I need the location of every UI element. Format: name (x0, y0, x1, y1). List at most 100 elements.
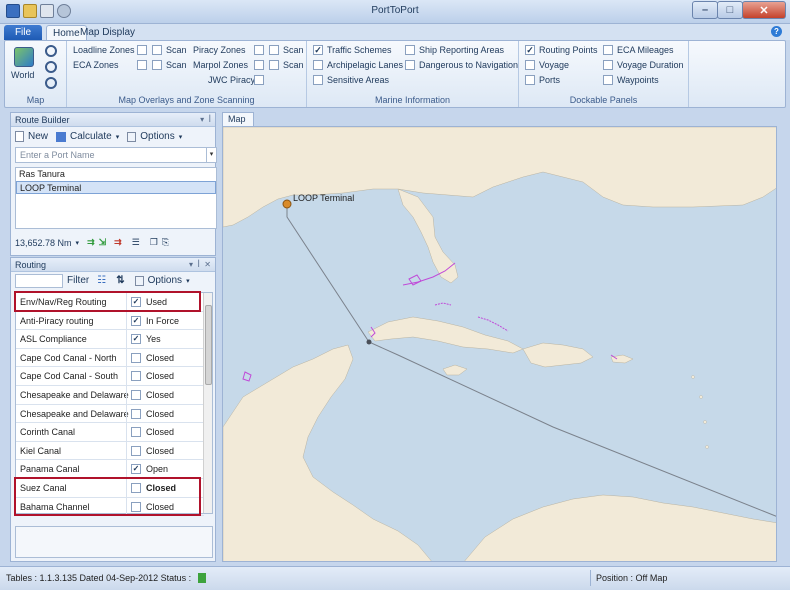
dangerous-to-navigation-checkbox[interactable] (405, 60, 415, 70)
loadline-scan-checkbox[interactable] (152, 45, 162, 55)
port-item-ras-tanura[interactable]: Ras Tanura (16, 168, 216, 181)
routing-row-name: Anti-Piracy routing (20, 315, 94, 326)
copy-icon[interactable]: ❐ (150, 237, 158, 248)
eca-mileages-checkbox[interactable] (603, 45, 613, 55)
routing-points-checkbox[interactable] (525, 45, 535, 55)
overlays-group-label: Map Overlays and Zone Scanning (118, 95, 255, 105)
routing-row-checkbox[interactable] (131, 334, 141, 345)
dangerous-to-navigation-label: Dangerous to Navigation (419, 60, 519, 70)
island (705, 445, 709, 449)
routing-row-checkbox[interactable] (131, 390, 141, 400)
table-row: Corinth Canal Closed (16, 423, 204, 442)
new-doc-icon[interactable] (15, 131, 24, 142)
island (699, 395, 703, 399)
marpol-scan-checkbox[interactable] (269, 60, 279, 70)
world-button[interactable]: World (11, 69, 34, 81)
list-icon[interactable]: ☰ (132, 237, 140, 248)
port-marker-label: LOOP Terminal (293, 193, 355, 203)
routing-footer-panel (15, 526, 213, 558)
filter-input[interactable] (15, 274, 63, 288)
routing-row-checkbox[interactable] (131, 427, 141, 438)
insert-port-icon[interactable]: ⇲ (99, 237, 107, 248)
routing-row-checkbox[interactable] (131, 315, 141, 326)
routing-scrollbar[interactable] (203, 293, 212, 513)
globe-icon[interactable] (14, 47, 34, 67)
remove-port-icon[interactable]: ⇉ (114, 237, 122, 248)
routing-row-value: Open (146, 464, 169, 475)
eca-zones-checkbox[interactable] (137, 60, 147, 70)
marpol-zones-label: Marpol Zones (193, 60, 249, 70)
marpol-zones-checkbox[interactable] (254, 60, 264, 70)
calculate-button[interactable]: Calculate (70, 131, 112, 142)
zoom-extent-icon[interactable] (45, 77, 57, 89)
port-item-loop-terminal[interactable]: LOOP Terminal (16, 181, 216, 194)
close-button[interactable]: ✕ (742, 1, 786, 19)
routing-row-checkbox[interactable] (131, 352, 141, 363)
options-button[interactable]: Options (140, 131, 174, 142)
maximize-button[interactable]: □ (717, 1, 743, 19)
routing-row-checkbox[interactable] (131, 408, 141, 419)
jwc-piracy-checkbox[interactable] (254, 75, 264, 85)
tree-view-icon[interactable]: ☷ (97, 275, 106, 286)
table-row: Chesapeake and Delaware Closed (16, 386, 204, 405)
tab-map-display[interactable]: Map Display (74, 25, 141, 40)
routing-options-icon[interactable] (134, 275, 144, 286)
map-group: World Map (5, 41, 67, 107)
marine-group-label: Marine Information (374, 95, 451, 105)
ship-reporting-areas-checkbox[interactable] (405, 45, 415, 55)
routing-options-button[interactable]: Options (148, 275, 182, 286)
sort-icon[interactable]: ⇅ (116, 275, 124, 286)
waypoints-checkbox[interactable] (603, 75, 613, 85)
sensitive-areas-checkbox[interactable] (313, 75, 323, 85)
ports-label: Ports (539, 75, 561, 85)
export-icon[interactable]: ⎘ (162, 237, 169, 248)
voyage-checkbox[interactable] (525, 60, 535, 70)
chevron-down-icon[interactable]: ▾ (206, 148, 216, 162)
port-name-input[interactable]: Enter a Port Name ▾ (15, 147, 217, 163)
distance-readout[interactable]: 13,652.78 Nm (15, 238, 72, 248)
port-name-placeholder: Enter a Port Name (20, 150, 95, 160)
port-marker-loop-terminal[interactable] (282, 199, 292, 209)
new-button[interactable]: New (28, 131, 48, 142)
routing-row-name: Cape Cod Canal - South (20, 371, 119, 382)
map-canvas[interactable]: LOOP Terminal (222, 126, 777, 562)
routing-panel-controls[interactable]: ▾ ꟾ ✕ (189, 258, 211, 272)
voyage-duration-checkbox[interactable] (603, 60, 613, 70)
piracy-scan-checkbox[interactable] (269, 45, 279, 55)
loadline-zones-checkbox[interactable] (137, 45, 147, 55)
panel-controls[interactable]: ▾ ꟾ (200, 113, 211, 127)
ports-checkbox[interactable] (525, 75, 535, 85)
tables-status: Tables : 1.1.3.135 Dated 04-Sep-2012 Sta… (6, 573, 206, 583)
tab-map[interactable]: Map (222, 112, 254, 126)
scrollbar-thumb[interactable] (205, 305, 212, 385)
distance-dropdown-icon[interactable]: ▾ (76, 239, 80, 247)
table-row: Cape Cod Canal - South Closed (16, 367, 204, 386)
highlight-box (14, 477, 201, 516)
loadline-scan-label: Scan (166, 45, 187, 55)
overlays-group: Loadline Zones Scan ECA Zones Scan Pirac… (67, 41, 307, 107)
traffic-schemes-checkbox[interactable] (313, 45, 323, 55)
zoom-in-icon[interactable] (45, 45, 57, 57)
calculator-icon[interactable] (56, 131, 67, 142)
zoom-out-icon[interactable] (45, 61, 57, 73)
options-icon[interactable] (127, 131, 137, 142)
routing-row-value: Closed (146, 445, 175, 456)
calculate-dropdown-icon[interactable]: ▾ (116, 133, 120, 141)
eca-scan-checkbox[interactable] (152, 60, 162, 70)
add-port-icon[interactable]: ⇉ (87, 237, 95, 248)
routing-row-checkbox[interactable] (131, 445, 141, 456)
piracy-zones-checkbox[interactable] (254, 45, 264, 55)
voyage-label: Voyage (539, 60, 570, 70)
help-icon[interactable]: ? (771, 26, 782, 37)
route-waypoint[interactable] (366, 339, 372, 345)
routing-options-dropdown-icon[interactable]: ▾ (186, 277, 190, 285)
tab-file[interactable]: File (4, 25, 42, 40)
piracy-scan-label: Scan (283, 45, 304, 55)
options-dropdown-icon[interactable]: ▾ (179, 133, 183, 141)
port-list: Ras Tanura LOOP Terminal (15, 167, 217, 229)
minimize-button[interactable]: – (692, 1, 718, 19)
routing-row-checkbox[interactable] (131, 464, 141, 475)
archipelagic-lanes-checkbox[interactable] (313, 60, 323, 70)
routing-row-checkbox[interactable] (131, 371, 141, 382)
routing-row-value: In Force (146, 315, 180, 326)
